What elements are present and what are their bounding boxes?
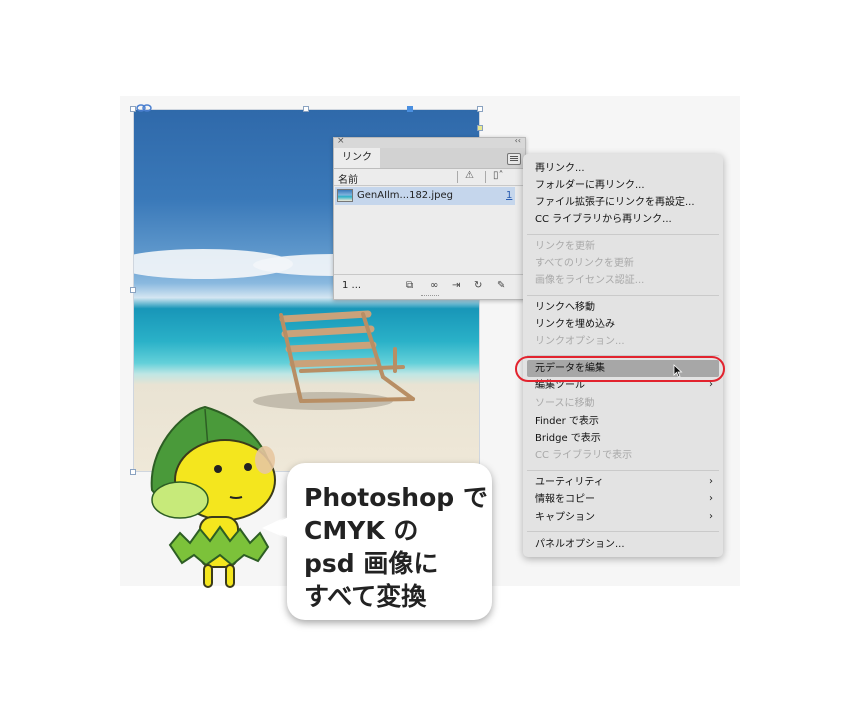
menu-item-license-image: 画像をライセンス認証... <box>535 275 645 286</box>
relink-cc-icon[interactable]: ⧉ <box>406 280 413 291</box>
menu-item-relink[interactable]: 再リンク... <box>535 160 585 177</box>
resize-handle-right-small[interactable] <box>477 125 483 131</box>
resize-handle-bottom-left[interactable] <box>130 469 136 475</box>
menu-item-link-options: リンクオプション... <box>535 336 625 347</box>
mascot-character <box>150 405 276 588</box>
submenu-arrow-icon: › <box>709 493 713 504</box>
page-column-icon[interactable]: ▯˄ <box>493 170 504 181</box>
tab-links[interactable]: リンク <box>334 148 380 168</box>
resize-handle-left[interactable] <box>130 287 136 293</box>
panel-bottom-bar: 1 ... ⧉ ∞ ⇥ ↻ ✎ <box>334 274 525 299</box>
menu-item-update-link: リンクを更新 <box>535 241 595 252</box>
callout-line-2: CMYK の <box>304 516 419 545</box>
link-filename: GenAIlm...182.jpeg <box>357 190 453 201</box>
panel-title-bar: × ‹‹ <box>334 136 525 148</box>
link-count[interactable]: 1 ... <box>342 280 361 291</box>
menu-item-relink-cc[interactable]: CC ライブラリから再リンク... <box>535 211 672 228</box>
menu-item-panel-options[interactable]: パネルオプション... <box>535 536 625 553</box>
callout-text: Photoshop で CMYK の psd 画像に すべて変換 <box>304 481 489 613</box>
menu-separator <box>527 234 719 235</box>
warning-icon[interactable]: ⚠ <box>465 170 474 181</box>
resize-handle-anchor[interactable] <box>407 106 413 112</box>
collapse-icon[interactable]: ‹‹ <box>515 136 521 145</box>
menu-separator <box>527 531 719 532</box>
highlight-ring <box>515 356 725 382</box>
menu-item-embed-link[interactable]: リンクを埋め込み <box>535 316 615 333</box>
column-name-header[interactable]: 名前 <box>338 171 358 186</box>
resize-handle-top[interactable] <box>303 106 309 112</box>
link-page-number[interactable]: 1 <box>506 190 512 201</box>
menu-separator <box>527 295 719 296</box>
menu-separator <box>527 470 719 471</box>
link-row[interactable]: GenAIlm...182.jpeg 1 <box>335 187 515 205</box>
menu-item-copy-info[interactable]: 情報をコピー <box>535 491 595 508</box>
menu-item-relink-extension[interactable]: ファイル拡張子にリンクを再設定... <box>535 194 695 211</box>
submenu-arrow-icon: › <box>709 476 713 487</box>
menu-item-reveal-cc: CC ライブラリで表示 <box>535 450 633 461</box>
links-panel: × ‹‹ リンク 名前 ⚠ ▯˄ GenAIlm...182.jpeg 1 1 … <box>333 136 526 300</box>
submenu-arrow-icon: › <box>709 511 713 522</box>
update-link-icon[interactable]: ↻ <box>474 280 482 291</box>
callout-line-4: すべて変換 <box>304 582 427 611</box>
callout-line-3: psd 画像に <box>304 549 439 578</box>
menu-item-reveal-bridge[interactable]: Bridge で表示 <box>535 430 601 447</box>
menu-item-go-to-link[interactable]: リンクへ移動 <box>535 299 595 316</box>
menu-item-go-to-source: ソースに移動 <box>535 398 595 409</box>
relink-icon[interactable]: ∞ <box>430 280 438 291</box>
resize-handle-top-right[interactable] <box>477 106 483 112</box>
mouse-pointer-icon <box>673 364 683 378</box>
menu-item-captions[interactable]: キャプション <box>535 509 595 526</box>
menu-item-update-all-links: すべてのリンクを更新 <box>535 258 634 269</box>
column-headers: 名前 ⚠ ▯˄ <box>334 169 525 186</box>
panel-menu-icon[interactable] <box>507 153 521 165</box>
resize-grip[interactable] <box>420 295 439 298</box>
callout-line-1: Photoshop で <box>304 483 488 512</box>
go-to-link-icon[interactable]: ⇥ <box>452 280 460 291</box>
link-thumbnail <box>337 189 353 202</box>
panel-tab-bar: リンク <box>334 148 525 169</box>
close-icon[interactable]: × <box>337 136 345 146</box>
edit-original-icon[interactable]: ✎ <box>497 280 505 291</box>
menu-item-relink-folder[interactable]: フォルダーに再リンク... <box>535 177 645 194</box>
menu-item-reveal-finder[interactable]: Finder で表示 <box>535 413 599 430</box>
menu-item-utilities[interactable]: ユーティリティ <box>535 474 604 491</box>
link-chain-icon <box>136 104 152 112</box>
